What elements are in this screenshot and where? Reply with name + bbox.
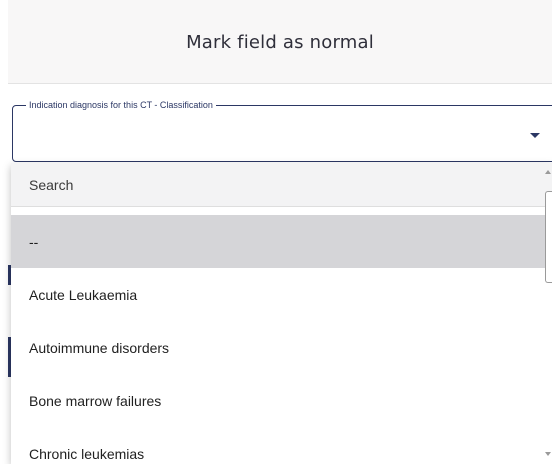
field-label: Indication diagnosis for this CT - Class…	[26, 99, 216, 111]
modal-title: Mark field as normal	[186, 32, 374, 53]
scroll-up-icon[interactable]	[545, 170, 551, 174]
option-empty[interactable]: --	[11, 215, 552, 268]
option-acute-leukaemia[interactable]: Acute Leukaemia	[11, 268, 552, 321]
options-list: -- Acute Leukaemia Autoimmune disorders …	[11, 215, 552, 464]
option-autoimmune-disorders[interactable]: Autoimmune disorders	[11, 321, 552, 374]
search-input[interactable]	[29, 176, 509, 193]
page: Mark field as normal Indication diagnosi…	[0, 0, 552, 464]
scroll-down-icon[interactable]	[545, 452, 551, 456]
caret-down-icon[interactable]	[530, 133, 540, 138]
modal-header: Mark field as normal	[8, 0, 552, 84]
scrollbar-thumb[interactable]	[545, 191, 552, 283]
option-bone-marrow-failures[interactable]: Bone marrow failures	[11, 374, 552, 427]
dropdown-menu: -- Acute Leukaemia Autoimmune disorders …	[11, 163, 552, 464]
search-row	[11, 163, 552, 207]
classification-select[interactable]: Indication diagnosis for this CT - Class…	[12, 99, 552, 162]
option-chronic-leukemias[interactable]: Chronic leukemias	[11, 427, 552, 464]
